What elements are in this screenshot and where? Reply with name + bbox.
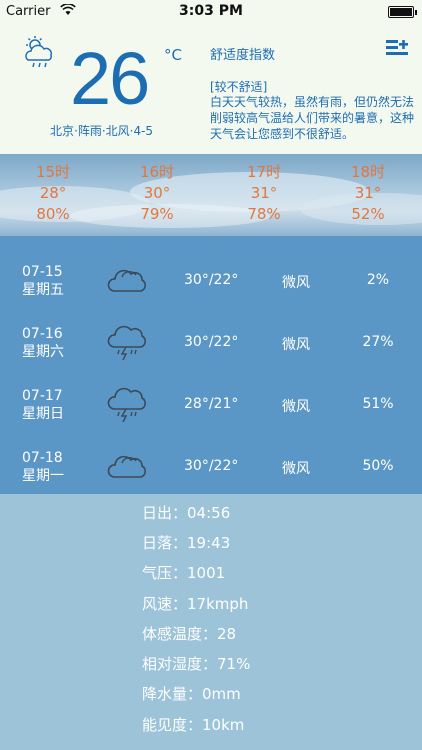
detail-value: 17kmph — [187, 595, 249, 613]
detail-value: 19:43 — [187, 534, 231, 552]
hour-humidity: 79% — [140, 205, 174, 223]
hour-temp: 31° — [250, 184, 278, 202]
precip-probability: 51% — [362, 396, 394, 412]
battery-icon — [388, 6, 417, 18]
weekday-text: 星期六 — [22, 344, 64, 360]
detail-pressure: 气压：1001 — [142, 562, 225, 583]
comfort-level: [较不舒适] — [210, 80, 268, 94]
hour-temp: 31° — [354, 184, 382, 202]
hourly-forecast: 15时 28° 80% 16时 30° 79% 17时 31° 78% 18时 … — [0, 154, 422, 236]
cloudy-icon — [106, 449, 150, 485]
hour-temp: 28° — [39, 184, 67, 202]
temp-range: 30°/22° — [184, 334, 239, 350]
date-text: 07-16 — [22, 326, 63, 342]
wind-text: 微风 — [282, 399, 310, 415]
hourly-item: 15时 28° 80% — [13, 162, 93, 225]
daily-date: 07-17 星期日 — [22, 387, 64, 423]
daily-date: 07-18 星期一 — [22, 449, 64, 485]
temp-range: 28°/21° — [184, 396, 239, 412]
status-time: 3:03 PM — [179, 3, 243, 19]
list-add-icon — [386, 40, 408, 55]
daily-row[interactable]: 07-18 星期一 30°/22° 微风 50% — [0, 435, 422, 497]
weekday-text: 星期日 — [22, 406, 64, 422]
date-text: 07-18 — [22, 450, 63, 466]
hour-time: 18时 — [350, 163, 386, 181]
temperature-unit: °C — [164, 46, 182, 64]
detail-label: 风速： — [142, 595, 188, 613]
hourly-item: 16时 30° 79% — [117, 162, 197, 225]
detail-value: 1001 — [187, 564, 226, 582]
hour-time: 15时 — [35, 163, 71, 181]
detail-label: 气压： — [142, 564, 188, 582]
wind-text: 微风 — [282, 461, 310, 477]
hourly-item: 17时 31° 78% — [224, 162, 304, 225]
hour-temp: 30° — [143, 184, 171, 202]
thunderstorm-icon — [106, 325, 150, 361]
hour-time: 16时 — [139, 163, 175, 181]
daily-forecast: 07-15 星期五 30°/22° 微风 2% 07-16 星期六 30°/22… — [0, 236, 422, 494]
daily-row[interactable]: 07-15 星期五 30°/22° 微风 2% — [0, 249, 422, 311]
weekday-text: 星期五 — [22, 282, 64, 298]
cloud-sun-rain-icon — [20, 36, 60, 70]
detail-feels-like: 体感温度：28 — [142, 623, 236, 644]
daily-date: 07-15 星期五 — [22, 263, 64, 299]
wind-text: 微风 — [282, 275, 310, 291]
temp-range: 30°/22° — [184, 458, 239, 474]
detail-value: 0mm — [202, 685, 241, 703]
detail-value: 04:56 — [187, 504, 231, 522]
detail-value: 10km — [202, 716, 245, 734]
cloudy-icon — [106, 263, 150, 299]
detail-sunset: 日落：19:43 — [142, 532, 230, 553]
current-temperature: 26 — [70, 37, 150, 120]
daily-row[interactable]: 07-16 星期六 30°/22° 微风 27% — [0, 311, 422, 373]
hour-humidity: 52% — [351, 205, 385, 223]
date-text: 07-17 — [22, 388, 63, 404]
detail-sunrise: 日出：04:56 — [142, 502, 230, 523]
detail-label: 日出： — [142, 504, 188, 522]
hourly-item: 18时 31° 52% — [328, 162, 408, 225]
precip-probability: 2% — [366, 272, 390, 288]
date-text: 07-15 — [22, 264, 63, 280]
detail-value: 71% — [217, 655, 251, 673]
comfort-description: 白天天气较热，虽然有雨，但仍然无法削弱较高气温给人们带来的暑意，这种天气会让您感… — [210, 95, 415, 141]
detail-humidity: 相对湿度：71% — [142, 653, 250, 674]
thunderstorm-icon — [106, 387, 150, 423]
hour-humidity: 80% — [36, 205, 70, 223]
detail-label: 日落： — [142, 534, 188, 552]
detail-wind-speed: 风速：17kmph — [142, 593, 248, 614]
precip-probability: 27% — [362, 334, 394, 350]
detail-label: 能见度： — [142, 716, 203, 734]
detail-label: 体感温度： — [142, 625, 218, 643]
location-summary: 北京·阵雨·北风·4-5 — [50, 124, 154, 138]
comfort-index-title: 舒适度指数 — [210, 48, 276, 63]
hour-humidity: 78% — [247, 205, 281, 223]
detail-label: 降水量： — [142, 685, 203, 703]
precip-probability: 50% — [362, 458, 394, 474]
detail-value: 28 — [217, 625, 237, 643]
weekday-text: 星期一 — [22, 468, 64, 484]
status-bar: Carrier 3:03 PM — [0, 0, 422, 24]
detail-visibility: 能见度：10km — [142, 714, 244, 735]
current-weather-header: 26 °C 北京·阵雨·北风·4-5 舒适度指数 [较不舒适] 白天天气较热，虽… — [0, 24, 422, 154]
daily-row[interactable]: 07-17 星期日 28°/21° 微风 51% — [0, 373, 422, 435]
wind-text: 微风 — [282, 337, 310, 353]
temp-range: 30°/22° — [184, 272, 239, 288]
daily-date: 07-16 星期六 — [22, 325, 64, 361]
detail-precipitation: 降水量：0mm — [142, 683, 241, 704]
detail-label: 相对湿度： — [142, 655, 218, 673]
add-city-button[interactable] — [386, 40, 408, 58]
weather-details: 日出：04:56 日落：19:43 气压：1001 风速：17kmph 体感温度… — [0, 494, 422, 750]
hour-time: 17时 — [246, 163, 282, 181]
